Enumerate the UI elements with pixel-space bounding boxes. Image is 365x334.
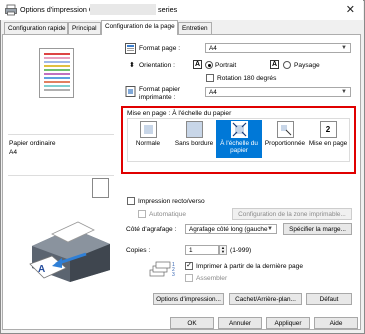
title-redacted-model: [90, 4, 156, 15]
stapling-side-value: Agrafage côté long (gauche: [189, 226, 268, 233]
printer-illustration-icon: A: [29, 221, 110, 282]
layout-normal-option[interactable]: Normale: [130, 121, 166, 147]
printer-paper-label-2: imprimante :: [139, 94, 176, 101]
landscape-label: Paysage: [294, 62, 320, 69]
svg-text:A: A: [38, 264, 45, 275]
svg-text:3: 3: [172, 272, 175, 278]
tab-label: Entretien: [182, 25, 208, 32]
close-icon[interactable]: ✕: [346, 3, 355, 16]
title-bar: Options d'impression Canon series ✕: [0, 0, 363, 20]
page-size-value: A4: [209, 45, 217, 52]
printer-icon: [5, 4, 17, 16]
page-size-select[interactable]: A4 ▼: [205, 43, 351, 53]
rotate-180-label: Rotation 180 degrés: [217, 75, 277, 82]
collate-label: Assembler: [196, 275, 228, 282]
duplex-auto-label: Automatique: [149, 211, 187, 218]
paper-thumbnail-icon: [92, 178, 109, 198]
collate-checkbox[interactable]: [185, 274, 193, 282]
chevron-down-icon: ▼: [341, 89, 347, 95]
stamp-background-button[interactable]: Cachet/Arrière-plan...: [229, 293, 302, 305]
duplex-checkbox[interactable]: [127, 197, 135, 205]
landscape-a-icon: A: [270, 60, 279, 69]
layout-fit-to-page-option[interactable]: À l'échelle du papier: [216, 120, 262, 158]
tab-label: Configuration rapide: [8, 25, 66, 32]
fit-to-page-icon: [230, 121, 248, 138]
normal-layout-icon: [139, 121, 157, 138]
duplex-label: Impression recto/verso: [138, 198, 205, 205]
page-layout-icon: 2: [319, 121, 337, 138]
copies-stack-icon: 1 2 3: [149, 261, 175, 278]
portrait-radio[interactable]: [205, 61, 213, 69]
help-button[interactable]: Aide: [314, 317, 358, 329]
paper-size-text: A4: [9, 149, 18, 156]
tab-label: Principal: [72, 25, 97, 32]
reverse-order-checkbox[interactable]: ✓: [185, 262, 193, 270]
apply-button[interactable]: Appliquer: [266, 317, 310, 329]
chevron-down-icon: ▼: [341, 45, 347, 51]
copies-spinner[interactable]: ▲ ▼: [219, 245, 227, 255]
printer-paper-value: A4: [209, 89, 217, 96]
layout-scaled-option[interactable]: Proportionnée: [264, 121, 306, 147]
copies-label: Copies :: [126, 247, 151, 254]
print-area-setup-button[interactable]: Configuration de la zone imprimable...: [232, 208, 352, 220]
orientation-label: Orientation :: [139, 62, 175, 69]
rotate-180-checkbox[interactable]: [206, 74, 214, 82]
print-options-button[interactable]: Options d'impression...: [153, 293, 224, 305]
defaults-button[interactable]: Défaut: [306, 293, 352, 305]
specify-margin-button[interactable]: Spécifier la marge...: [283, 223, 352, 235]
copies-input[interactable]: 1: [185, 245, 219, 255]
printer-paper-label-1: Format papier: [139, 86, 181, 93]
copies-value: 1: [189, 247, 193, 254]
layout-page-layout-option[interactable]: 2 Mise en page: [306, 121, 350, 147]
preview-pane: Papier ordinaire A4 A: [8, 42, 114, 282]
page-preview: [39, 48, 74, 98]
layout-label: Proportionnée: [264, 140, 306, 147]
layout-label: À l'échelle du papier: [220, 140, 258, 154]
window-title-suffix: series: [158, 5, 178, 14]
landscape-radio[interactable]: [283, 61, 291, 69]
portrait-label: Portrait: [215, 62, 237, 69]
printer-paper-icon: [125, 86, 136, 97]
page-layout-group-label: Mise en page : À l'échelle du papier: [127, 110, 232, 117]
portrait-a-icon: A: [193, 60, 202, 69]
ok-button[interactable]: OK: [170, 317, 214, 329]
copies-range: (1-999): [230, 247, 252, 254]
borderless-layout-icon: [185, 121, 203, 138]
cancel-button[interactable]: Annuler: [218, 317, 262, 329]
layout-borderless-option[interactable]: Sans bordure: [173, 121, 215, 147]
layout-label: Normale: [135, 140, 161, 147]
chevron-down-icon: ▼: [267, 226, 273, 232]
scaled-layout-icon: [276, 121, 294, 138]
layout-label: Mise en page: [308, 140, 348, 147]
orientation-icon: ⬍: [129, 62, 135, 69]
stapling-side-label: Côté d'agrafage :: [126, 226, 177, 233]
media-type-text: Papier ordinaire: [9, 140, 56, 147]
page-size-icon: [125, 43, 136, 54]
stapling-side-select[interactable]: Agrafage côté long (gauche ▼: [185, 224, 277, 234]
layout-label: Sans bordure: [174, 140, 214, 147]
tab-page-setup[interactable]: Configuration de la page: [101, 20, 178, 35]
printer-paper-select[interactable]: A4 ▼: [205, 87, 351, 97]
page-size-label: Format page :: [139, 45, 181, 52]
tab-label: Configuration de la page: [105, 23, 175, 30]
duplex-auto-checkbox[interactable]: [138, 210, 146, 218]
reverse-order-label: Imprimer à partir de la dernière page: [196, 263, 304, 270]
